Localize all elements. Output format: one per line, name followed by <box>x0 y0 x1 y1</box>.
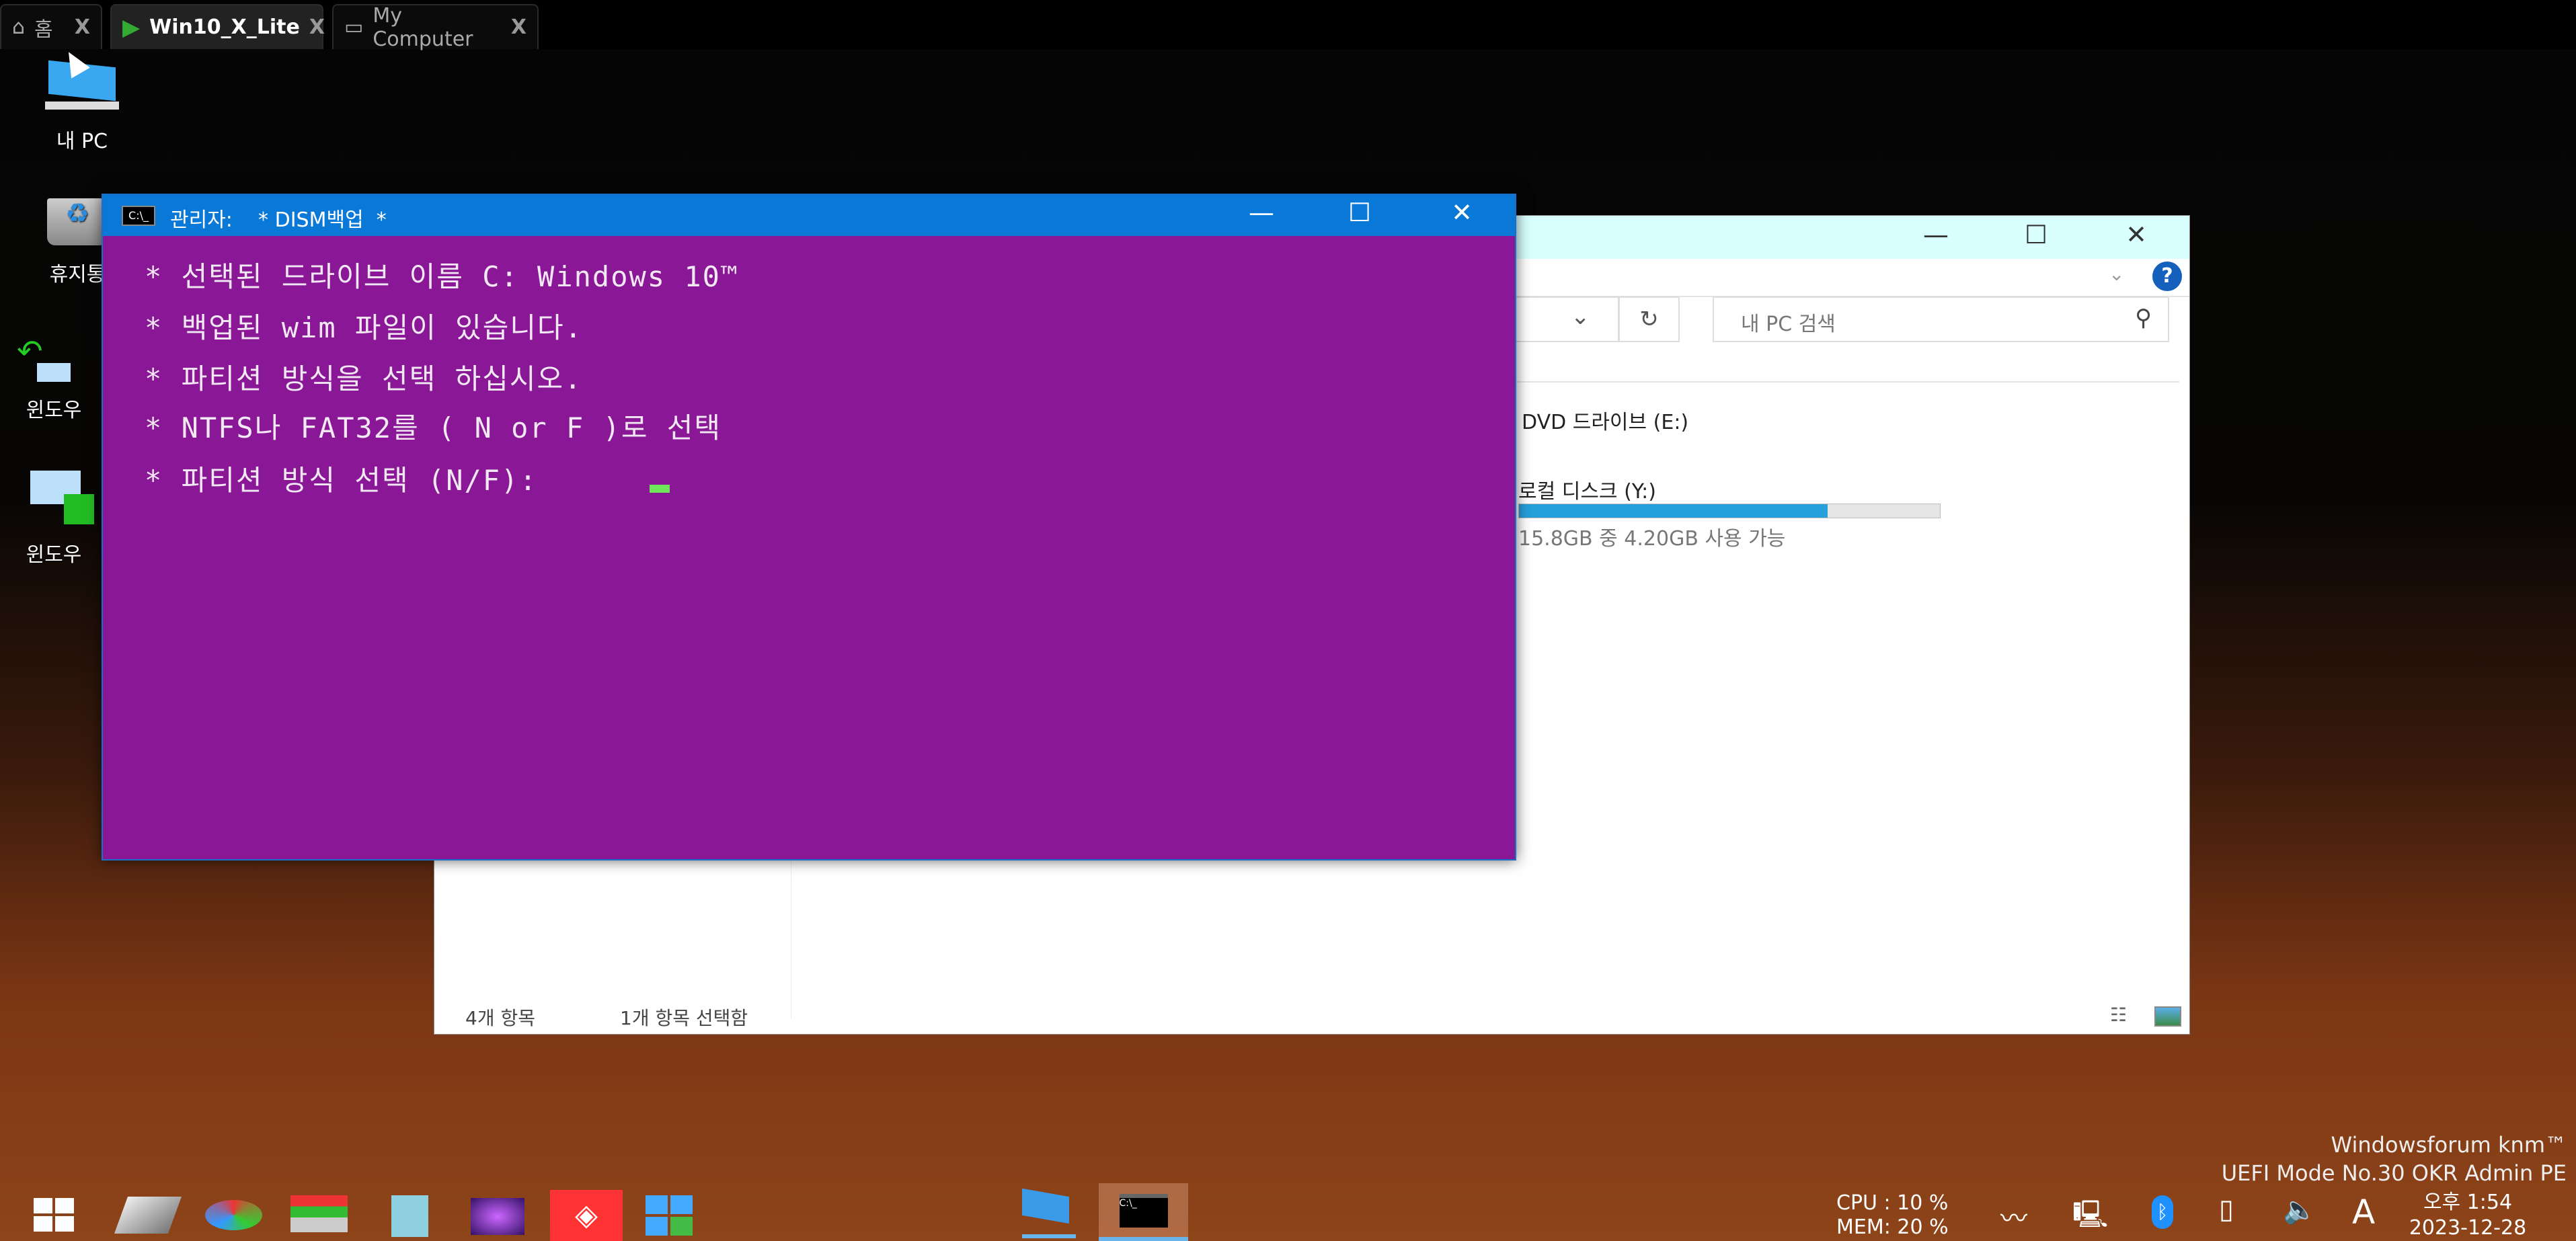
bluetooth-icon[interactable]: ᛒ <box>2152 1195 2173 1229</box>
cmd-title: 관리자: * DISM백업 * <box>170 208 387 232</box>
start-button[interactable] <box>34 1198 74 1232</box>
cmd-title-bar[interactable]: C:\_ 관리자: * DISM백업 * — ☐ ✕ <box>103 195 1515 236</box>
watermark-line: Windowsforum knm™ <box>2331 1132 2567 1158</box>
computer-icon <box>1022 1188 1069 1224</box>
refresh-button[interactable]: ↻ <box>1618 296 1680 342</box>
usb-eject-icon[interactable]: ▯ <box>2219 1194 2234 1225</box>
clock-time: 오후 1:54 <box>2423 1191 2513 1214</box>
status-selected-count: 1개 항목 선택함 <box>620 1007 748 1029</box>
console-line: * 백업된 wim 파일이 있습니다. <box>145 311 583 344</box>
tab-bar: ⌂ 홈 X ▶ Win10_X_Lite X ▭ My Computer X <box>0 0 2576 51</box>
taskbar: ◈ C:\_ CPU : 10 % MEM: 20 % 〰 🖳 ᛒ ▯ 🔈 A 오… <box>0 1183 2576 1241</box>
drive-usage-bar <box>1518 504 1941 518</box>
windows-install-app-icon[interactable] <box>646 1195 693 1236</box>
monitor-icon: ▭ <box>344 15 364 39</box>
clock-date: 2023-12-28 <box>2409 1216 2527 1240</box>
tab-home[interactable]: ⌂ 홈 X <box>0 4 102 49</box>
details-view-icon[interactable]: ☷ <box>2110 1004 2127 1026</box>
windows-backup-icon <box>17 471 94 524</box>
notepad-app-icon[interactable] <box>391 1195 428 1237</box>
watermark: Windowsforum knm™ UEFI Mode No.30 OKR Adm… <box>2222 1131 2567 1187</box>
anydesk-app-icon[interactable]: ◈ <box>550 1190 623 1241</box>
mem-usage: MEM: 20 % <box>1836 1215 1949 1239</box>
media-app-icon[interactable] <box>471 1198 524 1235</box>
close-button[interactable]: ✕ <box>2116 220 2156 249</box>
close-tab-button[interactable]: X <box>511 15 526 39</box>
tab-win10-x-lite[interactable]: ▶ Win10_X_Lite X <box>110 4 325 49</box>
tab-label: Win10_X_Lite <box>149 15 300 39</box>
partition-app-icon[interactable] <box>205 1200 262 1230</box>
close-tab-button[interactable]: X <box>75 15 90 39</box>
drive-usage-fill <box>1519 504 1828 518</box>
ime-indicator[interactable]: A <box>2352 1193 2375 1232</box>
text-cursor <box>650 485 670 493</box>
console-prompt[interactable]: * 파티션 방식 선택 (N/F): <box>145 458 538 499</box>
home-icon: ⌂ <box>12 15 26 39</box>
console-line: * NTFS나 FAT32를 ( N or F )로 선택 <box>145 411 722 444</box>
recycle-bin-icon: ♻ <box>47 198 108 245</box>
floppy-app-icon[interactable] <box>114 1197 182 1234</box>
volume-icon[interactable]: 🔈 <box>2283 1194 2316 1226</box>
search-icon: ⚲ <box>2135 305 2152 331</box>
network-icon[interactable]: 🖳 <box>2072 1195 2108 1241</box>
large-icons-view-icon[interactable] <box>2154 1006 2181 1027</box>
clock[interactable]: 오후 1:54 2023-12-28 <box>2401 1190 2535 1241</box>
search-input[interactable]: 내 PC 검색 ⚲ <box>1713 296 2169 342</box>
close-button[interactable]: ✕ <box>1442 198 1482 227</box>
cmd-icon: C:\_ <box>122 206 155 226</box>
help-icon[interactable]: ? <box>2152 262 2182 291</box>
tab-label: My Computer <box>373 3 473 51</box>
vm-play-icon: ▶ <box>122 13 141 41</box>
console-line: * 파티션 방식을 선택 하십시오. <box>145 362 583 395</box>
status-item-count: 4개 항목 <box>465 1007 535 1029</box>
taskbar-cmd-button[interactable]: C:\_ <box>1099 1183 1188 1241</box>
resource-monitor: CPU : 10 % MEM: 20 % <box>1836 1191 1949 1240</box>
activity-icon[interactable]: 〰 <box>2000 1197 2027 1236</box>
drive-dvd-e[interactable]: DVD 드라이브 (E:) <box>1522 405 1688 435</box>
tab-my-computer[interactable]: ▭ My Computer X <box>332 3 539 51</box>
cpu-usage: CPU : 10 % <box>1836 1191 1949 1215</box>
taskbar-explorer-button[interactable] <box>1022 1188 1076 1238</box>
minimize-button[interactable]: — <box>1241 198 1282 227</box>
drive-local-y[interactable]: 로컬 디스크 (Y:) <box>1518 475 1656 504</box>
cmd-icon: C:\_ <box>1119 1194 1168 1228</box>
drive-usage-text: 15.8GB 중 4.20GB 사용 가능 <box>1518 527 1786 551</box>
search-placeholder: 내 PC 검색 <box>1741 313 1836 336</box>
refresh-icon: ↻ <box>1639 306 1659 333</box>
desktop-icon-my-pc[interactable]: 내 PC <box>15 60 149 154</box>
maximize-button[interactable]: ☐ <box>2016 220 2056 249</box>
windows-restore-icon: ↶ <box>17 333 91 387</box>
chevron-down-icon: ⌄ <box>1571 303 1590 330</box>
maximize-button[interactable]: ☐ <box>1339 198 1380 227</box>
minimize-button[interactable]: — <box>1916 220 1956 249</box>
backup-app-icon[interactable] <box>290 1195 348 1232</box>
close-tab-button[interactable]: X <box>309 15 325 39</box>
cmd-window[interactable]: C:\_ 관리자: * DISM백업 * — ☐ ✕ * 선택된 드라이브 이름… <box>102 194 1516 860</box>
ribbon-expand-chevron-icon[interactable]: ⌄ <box>2109 263 2124 285</box>
icon-label: 내 PC <box>56 130 108 153</box>
console-line: * 선택된 드라이브 이름 C: Windows 10™ <box>145 260 740 293</box>
tab-label: 홈 <box>34 17 53 42</box>
